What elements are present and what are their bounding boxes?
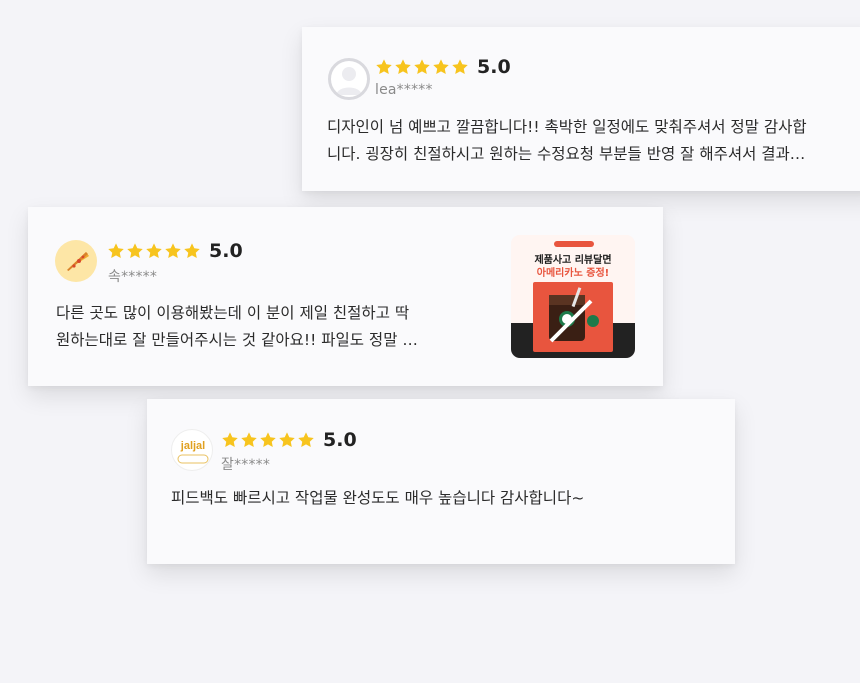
reviewer-name: lea***** [375, 82, 433, 98]
rating-score: 5.0 [209, 240, 243, 262]
review-card[interactable]: 5.0 lea***** 디자인이 넘 예쁘고 깔끔합니다!! 촉박한 일정에도… [302, 27, 860, 191]
review-text-line: 디자인이 넘 예쁘고 깔끔합니다!! 촉박한 일정에도 맞춰주셔서 정말 감사합 [327, 118, 807, 136]
star-icon [451, 58, 469, 76]
star-icon [145, 242, 163, 260]
star-icon [164, 242, 182, 260]
svg-text:jaljal: jaljal [180, 440, 205, 452]
event-tag [554, 241, 594, 247]
star-icon [259, 431, 277, 449]
review-photo-thumbnail[interactable]: 제품사고 리뷰달면 아메리카노 증정! [511, 235, 635, 358]
review-card[interactable]: jaljal 5.0 잘***** 피드백도 빠르시고 작업물 완성도도 매우 … [147, 399, 735, 564]
review-text-line: 다른 곳도 많이 이용해봤는데 이 분이 제일 친절하고 딱 [56, 304, 410, 322]
star-icon [297, 431, 315, 449]
rating-score: 5.0 [477, 56, 511, 78]
review-card[interactable]: 5.0 속***** 다른 곳도 많이 이용해봤는데 이 분이 제일 친절하고 … [28, 207, 663, 386]
star-rating: 5.0 [107, 240, 243, 262]
star-icon [240, 431, 258, 449]
review-text: 피드백도 빠르시고 작업물 완성도도 매우 높습니다 감사합니다~ [171, 485, 584, 512]
star-icon [183, 242, 201, 260]
star-icon [413, 58, 431, 76]
reviewer-name: 잘***** [221, 457, 271, 473]
review-text-line: 피드백도 빠르시고 작업물 완성도도 매우 높습니다 감사합니다~ [171, 489, 585, 507]
review-text-line: 니다. 굉장히 친절하시고 원하는 수정요청 부분들 반영 잘 해주셔서 결과… [327, 145, 806, 163]
jaljal-logo-avatar: jaljal [171, 429, 213, 471]
rating-score: 5.0 [323, 429, 357, 451]
star-icon [394, 58, 412, 76]
star-icon [221, 431, 239, 449]
star-icon [107, 242, 125, 260]
review-text: 디자인이 넘 예쁘고 깔끔합니다!! 촉박한 일정에도 맞춰주셔서 정말 감사합… [327, 114, 807, 168]
review-text-line: 원하는대로 잘 만들어주시는 것 같아요!! 파일도 정말 … [56, 331, 418, 349]
star-icon [432, 58, 450, 76]
review-text: 다른 곳도 많이 이용해봤는데 이 분이 제일 친절하고 딱 원하는대로 잘 만… [56, 300, 418, 354]
star-icon [375, 58, 393, 76]
iced-coffee-cup-icon [549, 287, 599, 343]
star-rating: 5.0 [375, 56, 511, 78]
thumbnail-subheadline: 아메리카노 증정! [536, 268, 610, 279]
star-icon [278, 431, 296, 449]
pizza-avatar-icon [55, 240, 97, 282]
star-rating: 5.0 [221, 429, 357, 451]
jaljal-logo-icon: jaljal [177, 440, 209, 464]
star-icon [126, 242, 144, 260]
default-user-avatar-icon [328, 58, 370, 100]
reviewer-name: 속***** [108, 269, 158, 285]
